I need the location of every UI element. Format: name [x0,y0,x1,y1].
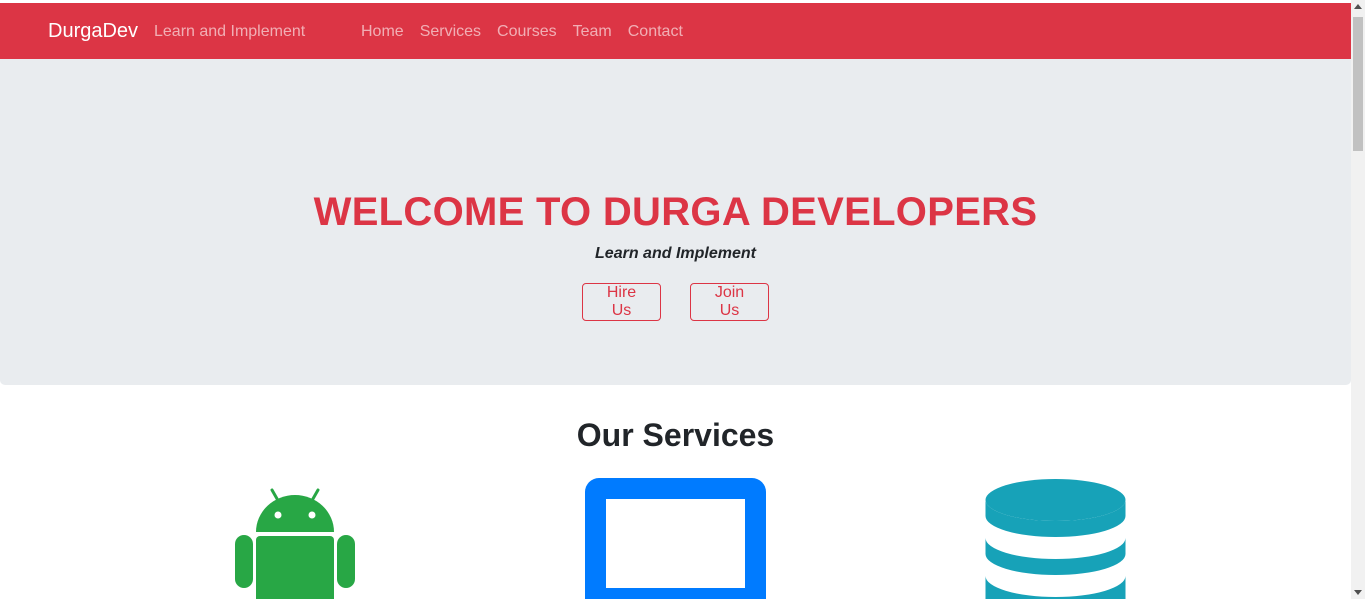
navbar-brand[interactable]: DurgaDev [48,20,138,43]
nav-link-home[interactable]: Home [361,23,404,41]
database-icon [985,479,1126,599]
vertical-scrollbar[interactable] [1351,0,1365,599]
nav-link-courses[interactable]: Courses [497,23,557,41]
page: DurgaDev Learn and Implement Home Servic… [0,0,1351,599]
navbar-tagline: Learn and Implement [154,23,306,40]
nav-links: Home Services Courses Team Contact [361,23,683,41]
tablet-icon [585,478,766,599]
hero-subtitle: Learn and Implement [595,245,756,262]
scroll-down-icon[interactable] [1354,590,1362,595]
android-icon [235,488,355,599]
nav-link-contact[interactable]: Contact [628,23,683,41]
scroll-up-icon[interactable] [1354,4,1362,9]
scrollbar-thumb[interactable] [1353,17,1363,151]
browser-viewport: DurgaDev Learn and Implement Home Servic… [0,0,1365,599]
services-title: Our Services [576,417,775,453]
hero-jumbotron: WELCOME TO DURGA DEVELOPERS Learn and Im… [0,59,1351,385]
hero-title: WELCOME TO DURGA DEVELOPERS [313,190,1038,234]
join-us-button[interactable]: Join Us [690,283,769,321]
nav-link-team[interactable]: Team [573,23,612,41]
navbar: DurgaDev Learn and Implement Home Servic… [0,3,1351,59]
hire-us-button[interactable]: Hire Us [582,283,661,321]
nav-link-services[interactable]: Services [420,23,481,41]
